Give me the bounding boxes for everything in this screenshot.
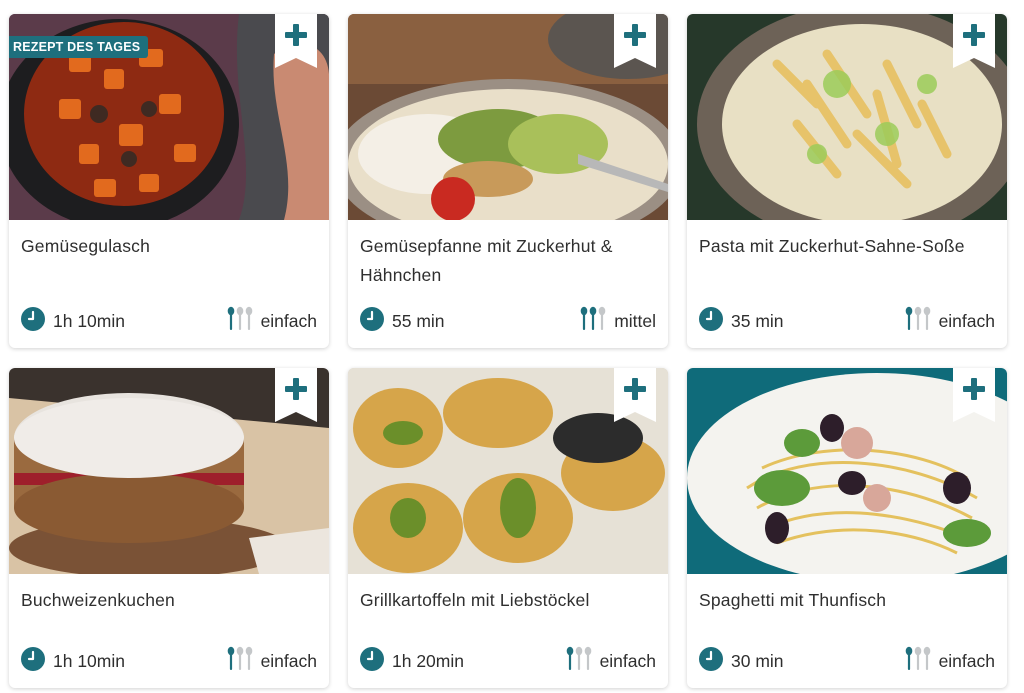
recipe-card[interactable]: Gemüsepfanne mit Zuckerhut & Hähnchen 55… (348, 14, 668, 348)
clock-icon (21, 646, 53, 676)
recipe-photo[interactable] (687, 368, 1007, 574)
recipe-card[interactable]: REZEPT DES TAGES Gemüsegulasch 1h 10min … (9, 14, 329, 348)
recipe-meta: 30 min einfach (699, 646, 995, 677)
cooking-time-value: 30 min (731, 650, 784, 671)
cooking-time-value: 1h 20min (392, 650, 464, 671)
difficulty: einfach (227, 646, 317, 677)
recipe-title[interactable]: Buchweizenkuchen (21, 586, 315, 615)
recipe-photo[interactable] (9, 368, 329, 574)
cooking-time-value: 1h 10min (53, 650, 125, 671)
cooking-time: 1h 20min (360, 646, 464, 676)
spoons-icon (905, 306, 939, 337)
recipe-meta: 35 min einfach (699, 306, 995, 337)
recipe-title[interactable]: Gemüsepfanne mit Zuckerhut & Hähnchen (360, 232, 654, 290)
difficulty-value: einfach (599, 650, 656, 671)
clock-icon (360, 646, 392, 676)
recipe-photo[interactable] (348, 14, 668, 220)
difficulty-value: mittel (614, 310, 656, 331)
recipe-meta: 1h 20min einfach (360, 646, 656, 677)
cooking-time-value: 35 min (731, 310, 784, 331)
cooking-time: 35 min (699, 306, 784, 336)
add-to-cookbook-button[interactable] (275, 368, 317, 422)
clock-icon (699, 306, 731, 336)
recipe-title[interactable]: Gemüsegulasch (21, 232, 315, 261)
recipe-meta: 1h 10min einfach (21, 306, 317, 337)
spoons-icon (905, 646, 939, 677)
cooking-time: 30 min (699, 646, 784, 676)
difficulty: einfach (227, 306, 317, 337)
cooking-time: 1h 10min (21, 646, 125, 676)
recipe-card[interactable]: Buchweizenkuchen 1h 10min einfach (9, 368, 329, 688)
difficulty: mittel (580, 306, 656, 337)
difficulty: einfach (566, 646, 656, 677)
recipe-photo[interactable]: REZEPT DES TAGES (9, 14, 329, 220)
recipe-meta: 55 min mittel (360, 306, 656, 337)
recipe-meta: 1h 10min einfach (21, 646, 317, 677)
cooking-time-value: 55 min (392, 310, 445, 331)
add-to-cookbook-button[interactable] (275, 14, 317, 68)
difficulty-value: einfach (938, 650, 995, 671)
cooking-time: 1h 10min (21, 306, 125, 336)
recipe-title[interactable]: Spaghetti mit Thunfisch (699, 586, 993, 615)
recipe-grid: REZEPT DES TAGES Gemüsegulasch 1h 10min … (0, 0, 1024, 693)
clock-icon (360, 306, 392, 336)
recipe-card[interactable]: Spaghetti mit Thunfisch 30 min einfach (687, 368, 1007, 688)
difficulty: einfach (905, 306, 995, 337)
recipe-card[interactable]: Grillkartoffeln mit Liebstöckel 1h 20min… (348, 368, 668, 688)
add-to-cookbook-button[interactable] (953, 368, 995, 422)
cooking-time: 55 min (360, 306, 445, 336)
spoons-icon (566, 646, 600, 677)
spoons-icon (227, 646, 261, 677)
recipe-photo[interactable] (348, 368, 668, 574)
difficulty-value: einfach (260, 650, 317, 671)
difficulty: einfach (905, 646, 995, 677)
add-to-cookbook-button[interactable] (953, 14, 995, 68)
add-to-cookbook-button[interactable] (614, 14, 656, 68)
recipe-title[interactable]: Pasta mit Zuckerhut-Sahne-Soße (699, 232, 993, 261)
difficulty-value: einfach (260, 310, 317, 331)
clock-icon (699, 646, 731, 676)
clock-icon (21, 306, 53, 336)
difficulty-value: einfach (938, 310, 995, 331)
recipe-title[interactable]: Grillkartoffeln mit Liebstöckel (360, 586, 654, 615)
recipe-of-the-day-badge: REZEPT DES TAGES (9, 36, 149, 58)
recipe-photo[interactable] (687, 14, 1007, 220)
spoons-icon (580, 306, 614, 337)
spoons-icon (227, 306, 261, 337)
cooking-time-value: 1h 10min (53, 310, 125, 331)
add-to-cookbook-button[interactable] (614, 368, 656, 422)
recipe-card[interactable]: Pasta mit Zuckerhut-Sahne-Soße 35 min ei… (687, 14, 1007, 348)
